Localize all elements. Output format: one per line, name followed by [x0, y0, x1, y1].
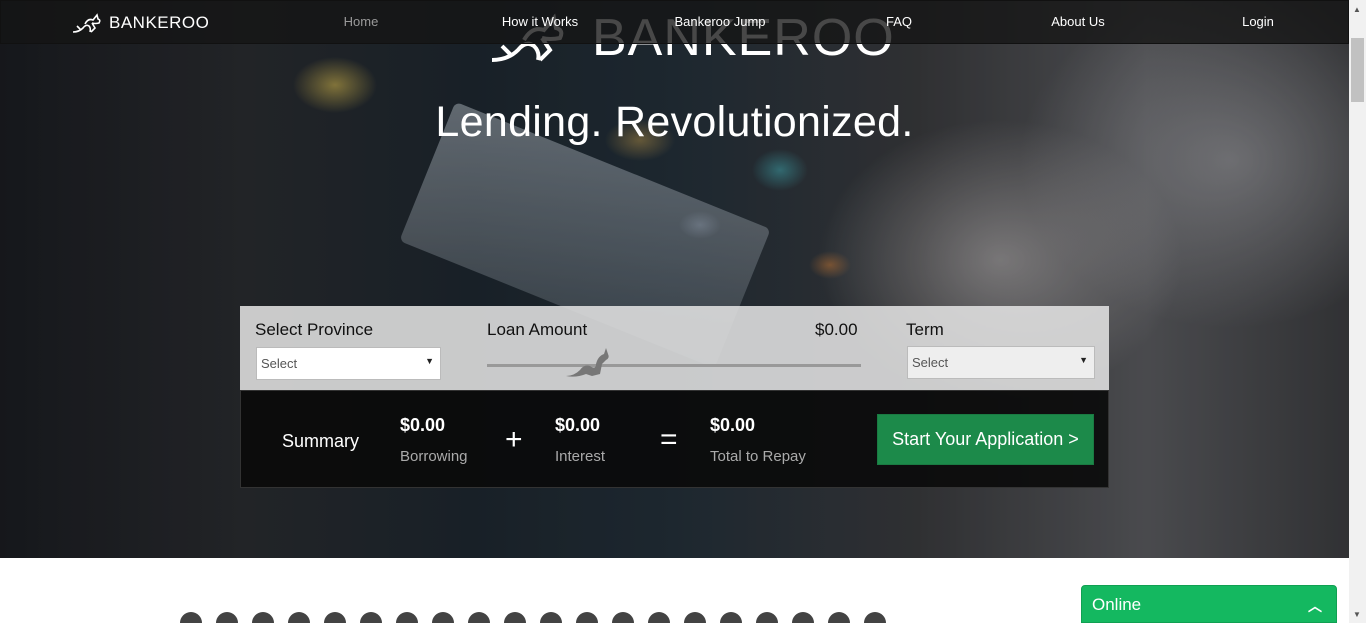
- nav-how-it-works[interactable]: How it Works: [502, 14, 578, 29]
- brand-name: BANKEROO: [109, 13, 210, 32]
- interest-value: $0.00: [555, 415, 601, 435]
- start-application-button[interactable]: Start Your Application >: [877, 414, 1094, 465]
- scroll-thumb[interactable]: [1351, 38, 1364, 102]
- chat-status: Online: [1092, 595, 1142, 614]
- borrowing-value: $0.00: [400, 415, 446, 435]
- borrowing-label: Borrowing: [400, 448, 468, 465]
- term-select[interactable]: Select ▼: [907, 346, 1095, 379]
- term-select-value: Select: [912, 355, 949, 370]
- dropdown-arrow-icon: ▼: [1079, 355, 1088, 365]
- kangaroo-slider-handle-icon[interactable]: [564, 344, 610, 378]
- summary-label: Summary: [282, 431, 360, 451]
- province-label: Select Province: [255, 320, 374, 339]
- brand-logo[interactable]: BANKEROO: [71, 12, 209, 34]
- loan-amount-slider[interactable]: [487, 364, 861, 367]
- province-select-value: Select: [261, 356, 298, 371]
- loan-calculator: Select Province Select ▼ Loan Amount $0.…: [240, 306, 1109, 390]
- chevron-up-icon[interactable]: ︿: [1308, 596, 1322, 616]
- section-heading-partial: [180, 612, 980, 623]
- plus-icon: +: [505, 423, 523, 456]
- term-label: Term: [906, 320, 944, 339]
- total-value: $0.00: [710, 415, 756, 435]
- page-scrollbar[interactable]: ▲ ▼: [1349, 0, 1366, 623]
- province-select[interactable]: Select ▼: [256, 347, 441, 380]
- scroll-down-arrow-icon[interactable]: ▼: [1353, 610, 1361, 619]
- nav-home[interactable]: Home: [344, 14, 379, 29]
- scroll-up-arrow-icon[interactable]: ▲: [1353, 5, 1361, 14]
- total-label: Total to Repay: [710, 448, 806, 465]
- chat-widget[interactable]: Online ︿: [1081, 585, 1337, 623]
- loan-amount-label: Loan Amount: [487, 320, 588, 339]
- nav-login[interactable]: Login: [1242, 14, 1274, 29]
- kangaroo-icon: [72, 13, 101, 33]
- hero-tagline: Lending. Revolutionized.: [435, 98, 914, 146]
- dropdown-arrow-icon: ▼: [425, 356, 434, 366]
- nav-bankeroo-jump[interactable]: Bankeroo Jump: [674, 14, 765, 29]
- top-navbar: BANKEROO Home How it Works Bankeroo Jump…: [0, 0, 1349, 44]
- interest-label: Interest: [555, 448, 606, 465]
- loan-amount-value: $0.00: [815, 320, 858, 339]
- summary-bar: Summary $0.00 Borrowing + $0.00 Interest…: [240, 390, 1109, 488]
- equals-icon: =: [660, 423, 678, 456]
- nav-about-us[interactable]: About Us: [1051, 14, 1104, 29]
- nav-faq[interactable]: FAQ: [886, 14, 912, 29]
